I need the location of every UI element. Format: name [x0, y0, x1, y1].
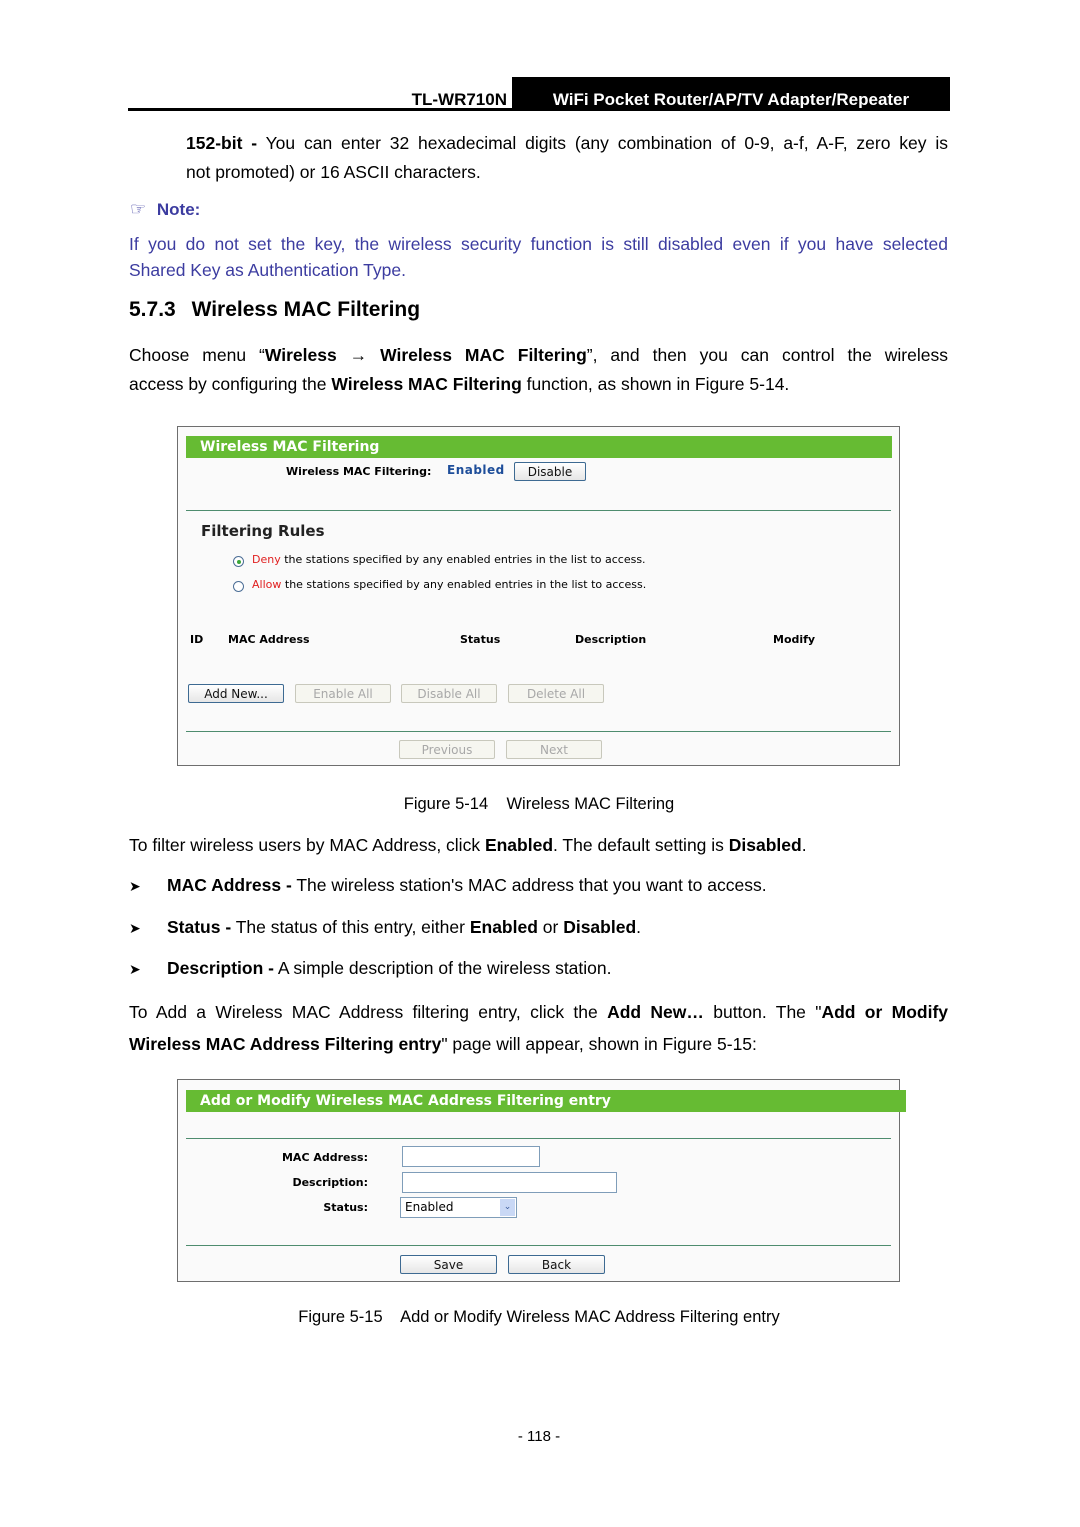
bullet-description: ➤ Description - A simple description of …: [129, 954, 612, 984]
section-title: Wireless MAC Filtering: [191, 298, 421, 321]
bold-term: Wireless MAC Filtering: [331, 374, 522, 394]
note-line1: If you do not set the key, the wireless …: [129, 234, 948, 254]
rule-allow[interactable]: Allow the stations specified by any enab…: [233, 578, 647, 592]
header-rule: [128, 108, 950, 111]
column-id: ID: [190, 633, 204, 646]
deny-radio[interactable]: [233, 556, 244, 567]
text: ”, and then you can control the wireless: [586, 345, 948, 365]
divider: [186, 1138, 891, 1139]
section-paragraph: Choose menu “Wireless → Wireless MAC Fil…: [129, 341, 948, 399]
arrow-icon: →: [349, 345, 368, 365]
chevron-down-icon[interactable]: ⌄: [500, 1199, 515, 1216]
text: .: [636, 917, 642, 937]
mac-address-input[interactable]: [402, 1146, 540, 1167]
text: access by configuring the: [129, 374, 332, 394]
next-button[interactable]: Next: [506, 740, 602, 759]
figure-5-14-caption: Figure 5-14 Wireless MAC Filtering: [403, 795, 675, 813]
intro-text: You can enter 32 hexadecimal digits (any…: [265, 133, 948, 153]
add-entry-paragraph: To Add a Wireless MAC Address filtering …: [129, 996, 948, 1060]
header-product-text: WiFi Pocket Router/AP/TV Adapter/Repeate…: [552, 90, 910, 109]
bullet-text: The wireless station's MAC address that …: [291, 875, 767, 895]
text: function, as shown in Figure 5-14.: [521, 374, 790, 394]
menu-wireless: Wireless: [264, 345, 337, 365]
figure-5-15-caption: Figure 5-15 Add or Modify Wireless MAC A…: [298, 1308, 780, 1326]
section-heading: 5.7.3 Wireless MAC Filtering: [129, 298, 420, 322]
save-button[interactable]: Save: [400, 1255, 497, 1274]
description-input[interactable]: [402, 1172, 617, 1193]
text: To filter wireless users by MAC Address,…: [129, 835, 485, 855]
panel-title-bar: Wireless MAC Filtering: [186, 436, 892, 458]
text: Choose menu “: [129, 345, 265, 365]
bold-add-or-modify: Add or Modify: [821, 1002, 948, 1022]
bullet-term: Status -: [167, 917, 232, 937]
bold-disabled: Disabled: [563, 917, 637, 937]
text: To Add a Wireless MAC Address filtering …: [129, 1002, 608, 1022]
previous-button[interactable]: Previous: [399, 740, 495, 759]
pointing-hand-icon: ☞: [130, 199, 147, 219]
intro-text-line2: not promoted) or 16 ASCII characters.: [186, 162, 481, 182]
bullet-arrow-icon: ➤: [129, 878, 141, 894]
bold-enabled: Enabled: [484, 835, 554, 855]
bullet-mac-address: ➤ MAC Address - The wireless station's M…: [129, 871, 767, 901]
mac-filtering-status: Enabled: [447, 463, 505, 477]
figure-5-14-screenshot: Wireless MAC Filtering Wireless MAC Filt…: [177, 426, 900, 766]
text: button. The ": [703, 1002, 822, 1022]
disable-all-button[interactable]: Disable All: [401, 684, 497, 703]
section-number: 5.7.3: [129, 298, 176, 321]
header-product: WiFi Pocket Router/AP/TV Adapter/Repeate…: [512, 77, 950, 111]
column-mac-address: MAC Address: [228, 633, 310, 646]
bullet-arrow-icon: ➤: [129, 920, 141, 936]
bold-disabled: Disabled: [728, 835, 802, 855]
mac-filtering-label: Wireless MAC Filtering:: [286, 465, 432, 478]
add-new-button[interactable]: Add New...: [188, 684, 284, 703]
column-status: Status: [460, 633, 501, 646]
note-label: Note:: [156, 200, 201, 219]
back-button[interactable]: Back: [508, 1255, 605, 1274]
divider: [186, 1245, 891, 1246]
deny-text: the stations specified by any enabled en…: [284, 553, 646, 566]
note-text: If you do not set the key, the wireless …: [129, 231, 948, 283]
bullet-text: A simple description of the wireless sta…: [273, 958, 612, 978]
mac-address-label: MAC Address:: [281, 1151, 368, 1164]
intro-term: 152-bit -: [186, 133, 258, 153]
bullet-term: Description -: [167, 958, 274, 978]
filtering-rules-heading: Filtering Rules: [201, 522, 325, 540]
note-heading: ☞ Note:: [130, 199, 200, 220]
delete-all-button[interactable]: Delete All: [508, 684, 604, 703]
page-number: - 118 -: [517, 1428, 561, 1445]
text: " page will appear, shown in Figure 5-15…: [441, 1034, 757, 1054]
bullet-status: ➤ Status - The status of this entry, eit…: [129, 913, 641, 943]
text: or: [537, 917, 564, 937]
status-select-value: Enabled: [405, 1200, 454, 1214]
description-label: Description:: [292, 1176, 368, 1189]
text: . The default setting is: [553, 835, 729, 855]
bullet-term: MAC Address -: [167, 875, 292, 895]
filter-paragraph: To filter wireless users by MAC Address,…: [129, 831, 807, 860]
rule-deny[interactable]: Deny the stations specified by any enabl…: [233, 553, 646, 567]
text: .: [801, 835, 807, 855]
bold-enabled: Enabled: [469, 917, 538, 937]
intro-paragraph: 152-bit - You can enter 32 hexadecimal d…: [186, 129, 948, 187]
disable-button[interactable]: Disable: [514, 462, 586, 481]
divider: [186, 731, 891, 732]
deny-keyword: Deny: [252, 553, 281, 566]
divider: [186, 510, 891, 511]
enable-all-button[interactable]: Enable All: [295, 684, 391, 703]
column-description: Description: [575, 633, 647, 646]
bullet-text: The status of this entry, either: [231, 917, 470, 937]
allow-text: the stations specified by any enabled en…: [284, 578, 647, 591]
menu-wireless-mac-filtering: Wireless MAC Filtering: [380, 345, 587, 365]
status-select[interactable]: Enabled ⌄: [400, 1197, 517, 1218]
status-label: Status:: [323, 1201, 368, 1214]
bullet-arrow-icon: ➤: [129, 961, 141, 977]
header-model: TL-WR710N: [411, 90, 507, 109]
bold-entry-name: Wireless MAC Address Filtering entry: [129, 1034, 442, 1054]
panel-title-bar: Add or Modify Wireless MAC Address Filte…: [186, 1090, 906, 1112]
allow-keyword: Allow: [252, 578, 282, 591]
column-modify: Modify: [773, 633, 816, 646]
figure-5-15-screenshot: Add or Modify Wireless MAC Address Filte…: [177, 1079, 906, 1282]
note-line2: Shared Key as Authentication Type.: [129, 260, 406, 280]
bold-add-new: Add New…: [607, 1002, 704, 1022]
allow-radio[interactable]: [233, 581, 244, 592]
